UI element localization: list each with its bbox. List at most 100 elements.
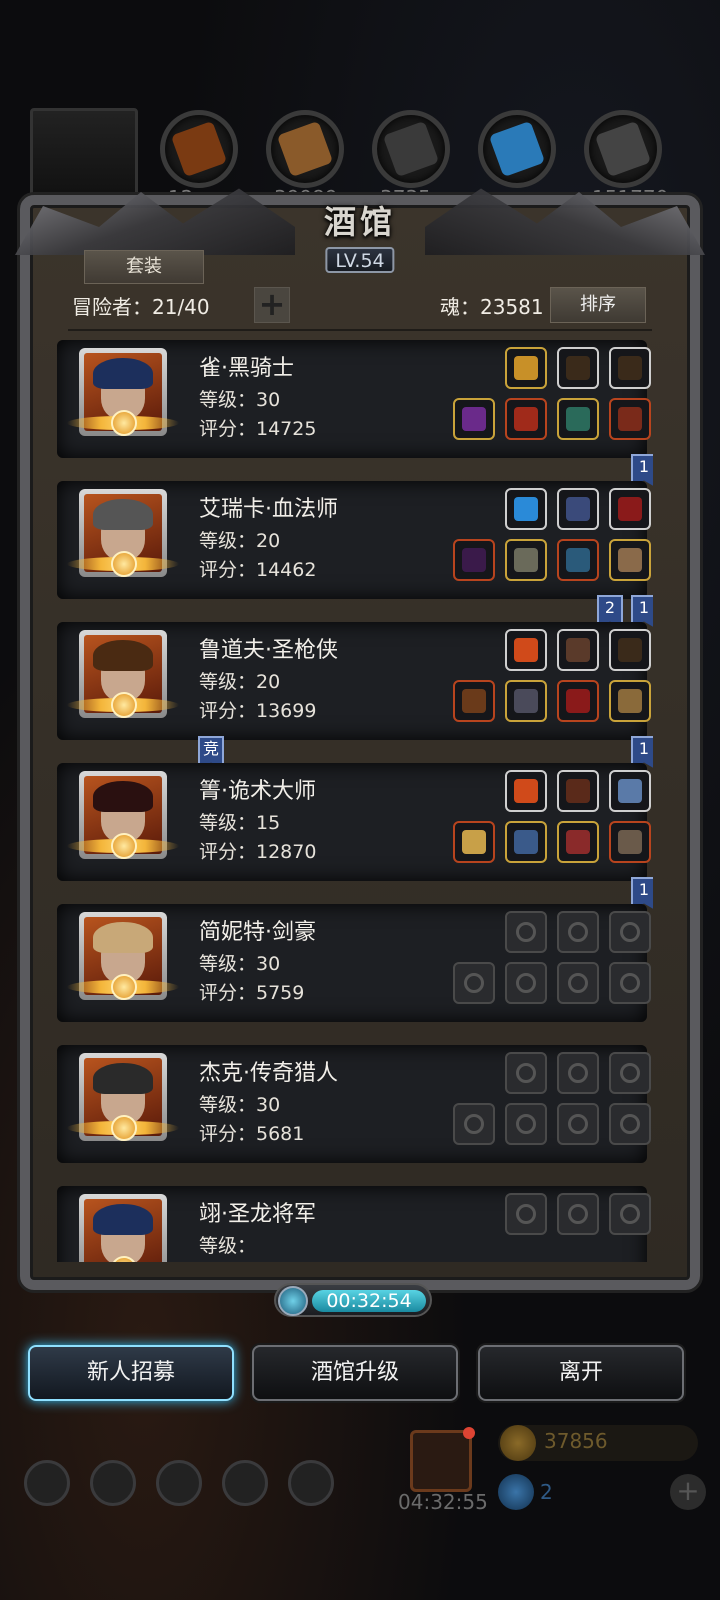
wood-icon [170,120,228,178]
equipment-icon [462,689,486,713]
equipment-slot-top-1[interactable] [505,1052,547,1094]
equipment-slot-top-1[interactable] [505,911,547,953]
equipment-icon [620,973,640,993]
equipment-slot-top-2[interactable] [557,911,599,953]
equipment-slot-bottom-3[interactable] [557,962,599,1004]
player-portrait[interactable] [30,108,138,200]
rank-sun-icon [111,551,137,577]
skill-icon[interactable] [288,1460,334,1506]
equipment-icon [516,973,536,993]
hero-card[interactable]: 艾瑞卡·血法师 等级：20 评分：14462 [57,481,651,599]
gold-value: 37856 [544,1429,608,1453]
recruit-button[interactable]: 新人招募 [28,1345,234,1401]
equipment-slot-top-3[interactable] [609,488,651,530]
resource-bar: 12399893735151770 [30,108,690,210]
equipment-slot-top-2[interactable] [557,488,599,530]
equipment-slot-top-3[interactable] [609,1193,651,1235]
equipment-slot-bottom-1[interactable] [453,821,495,863]
equipment-icon [516,1063,536,1083]
equipment-slot-bottom-1[interactable] [453,398,495,440]
rank-sun-icon [111,833,137,859]
suit-button[interactable]: 套装 [84,250,204,284]
hero-card[interactable]: 简妮特·剑豪 等级：30 评分：5759 [57,904,651,1022]
equipment-slot-bottom-1[interactable] [453,962,495,1004]
hero-card[interactable]: 箐·诡术大师 等级：15 评分：12870 [57,763,651,881]
equipment-icon [566,548,590,572]
equipment-icon [620,1204,640,1224]
equipment-slot-top-3[interactable] [609,629,651,671]
equipment-slot-top-1[interactable] [505,629,547,671]
equipment-slot-bottom-4[interactable] [609,821,651,863]
clock-icon [278,1286,308,1316]
gift-timer: 04:32:55 [398,1490,488,1514]
hero-portrait[interactable] [79,1194,167,1262]
equipment-slot-top-3[interactable] [609,770,651,812]
equipment-slot-top-1[interactable] [505,770,547,812]
equipment-slot-bottom-3[interactable] [557,398,599,440]
hero-name: 简妮特·剑豪 [199,920,316,945]
add-currency-button[interactable]: + [670,1474,706,1510]
equipment-slot-top-1[interactable] [505,347,547,389]
equipment-slot-bottom-1[interactable] [453,1103,495,1145]
gift-icon[interactable] [410,1427,475,1492]
equipment-slot-top-3[interactable] [609,911,651,953]
hero-level: 等级：30 [199,389,281,411]
equipment-slot-top-1[interactable] [505,488,547,530]
equipment-slot-bottom-2[interactable] [505,821,547,863]
equipment-slot-top-3[interactable] [609,1052,651,1094]
equipment-slot-bottom-4[interactable] [609,398,651,440]
equipment-slot-top-2[interactable] [557,347,599,389]
equipment-icon [514,497,538,521]
equipment-slot-bottom-3[interactable] [557,680,599,722]
equipment-slot-bottom-3[interactable] [557,821,599,863]
equipment-icon [516,922,536,942]
hero-level: 等级： [199,1235,257,1257]
settings-icon[interactable] [24,1460,70,1506]
equipment-icon [514,779,538,803]
equipment-icon [566,497,590,521]
equipment-icon [568,1114,588,1134]
equipment-slot-top-3[interactable] [609,347,651,389]
mail-icon[interactable] [222,1460,268,1506]
soul-count: 魂：23581 [440,295,544,319]
equipment-slot-bottom-2[interactable] [505,1103,547,1145]
equipment-slot-top-2[interactable] [557,1193,599,1235]
hero-list[interactable]: 雀·黑骑士 等级：30 评分：14725 1 艾瑞卡·血法师 等级：20 评分：14462 2… [57,337,653,1262]
upgrade-tavern-button[interactable]: 酒馆升级 [252,1345,458,1401]
gem-icon [498,1474,534,1510]
hero-card[interactable]: 鲁道夫·圣枪侠 等级：20 评分：13699 [57,622,651,740]
hero-card[interactable]: 杰克·传奇猎人 等级：30 评分：5681 [57,1045,651,1163]
equipment-slot-bottom-3[interactable] [557,1103,599,1145]
tavern-panel: 酒馆 LV.54 套装 冒险者：21/40 + 魂：23581 排序 雀·黑骑士… [15,195,700,1290]
equipment-slot-top-2[interactable] [557,629,599,671]
rank-icon[interactable] [156,1460,202,1506]
equipment-icon [618,689,642,713]
equipment-slot-top-2[interactable] [557,1052,599,1094]
equipment-slot-bottom-1[interactable] [453,539,495,581]
equipment-icon [618,407,642,431]
hero-level: 等级：30 [199,1094,281,1116]
equipment-slot-bottom-2[interactable] [505,962,547,1004]
equipment-slot-bottom-2[interactable] [505,539,547,581]
notification-dot [463,1427,475,1439]
equipment-slot-bottom-4[interactable] [609,962,651,1004]
equipment-slot-bottom-4[interactable] [609,1103,651,1145]
hero-card[interactable]: 翊·圣龙将军 等级： [57,1186,651,1262]
equipment-slot-top-2[interactable] [557,770,599,812]
leave-button[interactable]: 离开 [478,1345,684,1401]
rank-sun-icon [111,410,137,436]
equipment-slot-bottom-4[interactable] [609,680,651,722]
star-icon[interactable] [90,1460,136,1506]
gold-bar: 37856 [498,1425,698,1461]
hero-card[interactable]: 雀·黑骑士 等级：30 评分：14725 [57,340,651,458]
hero-score: 评分：5759 [199,982,305,1004]
equipment-slot-bottom-4[interactable] [609,539,651,581]
sort-button[interactable]: 排序 [550,287,646,323]
equipment-slot-top-1[interactable] [505,1193,547,1235]
add-adventurer-button[interactable]: + [254,287,290,323]
equipment-icon [514,548,538,572]
equipment-slot-bottom-1[interactable] [453,680,495,722]
equipment-slot-bottom-3[interactable] [557,539,599,581]
equipment-slot-bottom-2[interactable] [505,680,547,722]
equipment-slot-bottom-2[interactable] [505,398,547,440]
